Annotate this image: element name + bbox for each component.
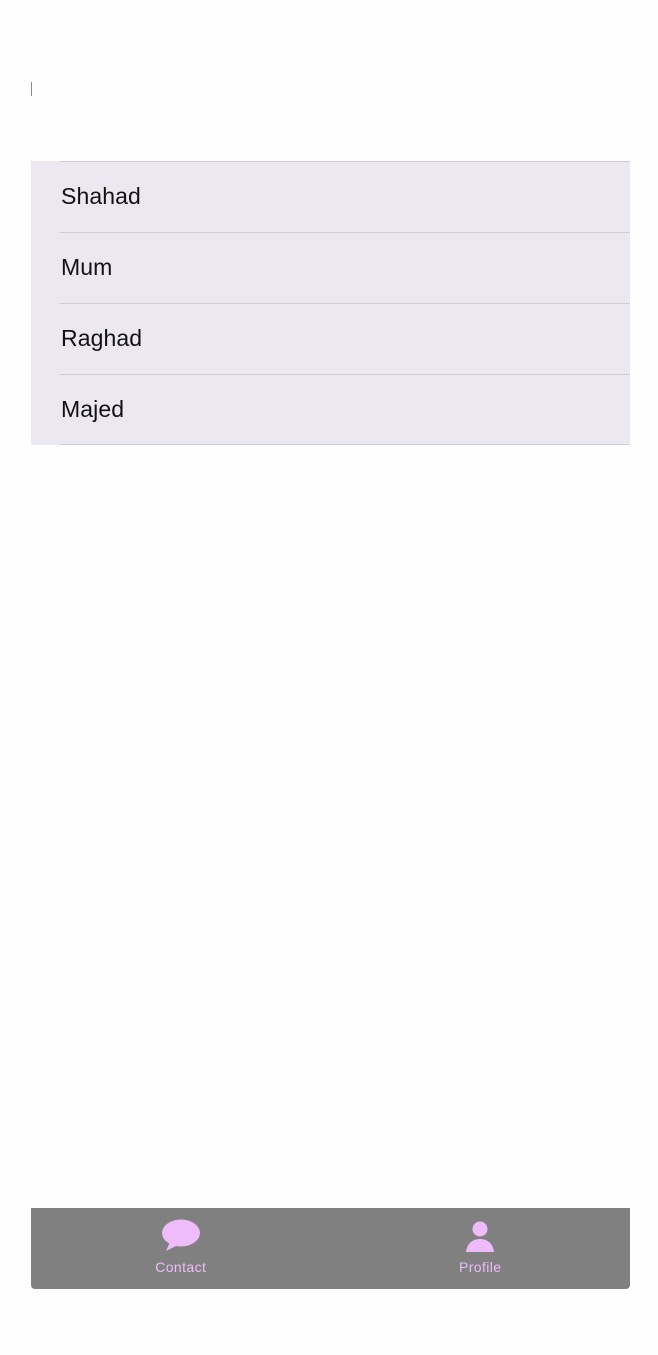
person-icon: [460, 1217, 500, 1253]
contact-row-majed[interactable]: Majed: [31, 374, 630, 445]
contact-row-mum[interactable]: Mum: [31, 232, 630, 303]
tab-contact[interactable]: Contact: [31, 1208, 331, 1289]
chat-bubble-icon: [161, 1217, 201, 1253]
contact-name: Mum: [61, 254, 113, 280]
contact-name: Raghad: [61, 325, 143, 351]
contact-list: Shahad Mum Raghad Majed: [31, 161, 630, 445]
status-indicator: [31, 82, 32, 96]
contact-name: Shahad: [61, 183, 141, 209]
contact-row-raghad[interactable]: Raghad: [31, 303, 630, 374]
tab-profile-label: Profile: [459, 1259, 502, 1275]
tab-profile[interactable]: Profile: [331, 1208, 631, 1289]
contact-row-shahad[interactable]: Shahad: [31, 161, 630, 232]
tab-bar: Contact Profile: [31, 1208, 630, 1289]
contact-name: Majed: [61, 396, 125, 422]
tab-contact-label: Contact: [155, 1259, 207, 1275]
contacts-screen: Shahad Mum Raghad Majed Contact Profile: [0, 0, 658, 1355]
